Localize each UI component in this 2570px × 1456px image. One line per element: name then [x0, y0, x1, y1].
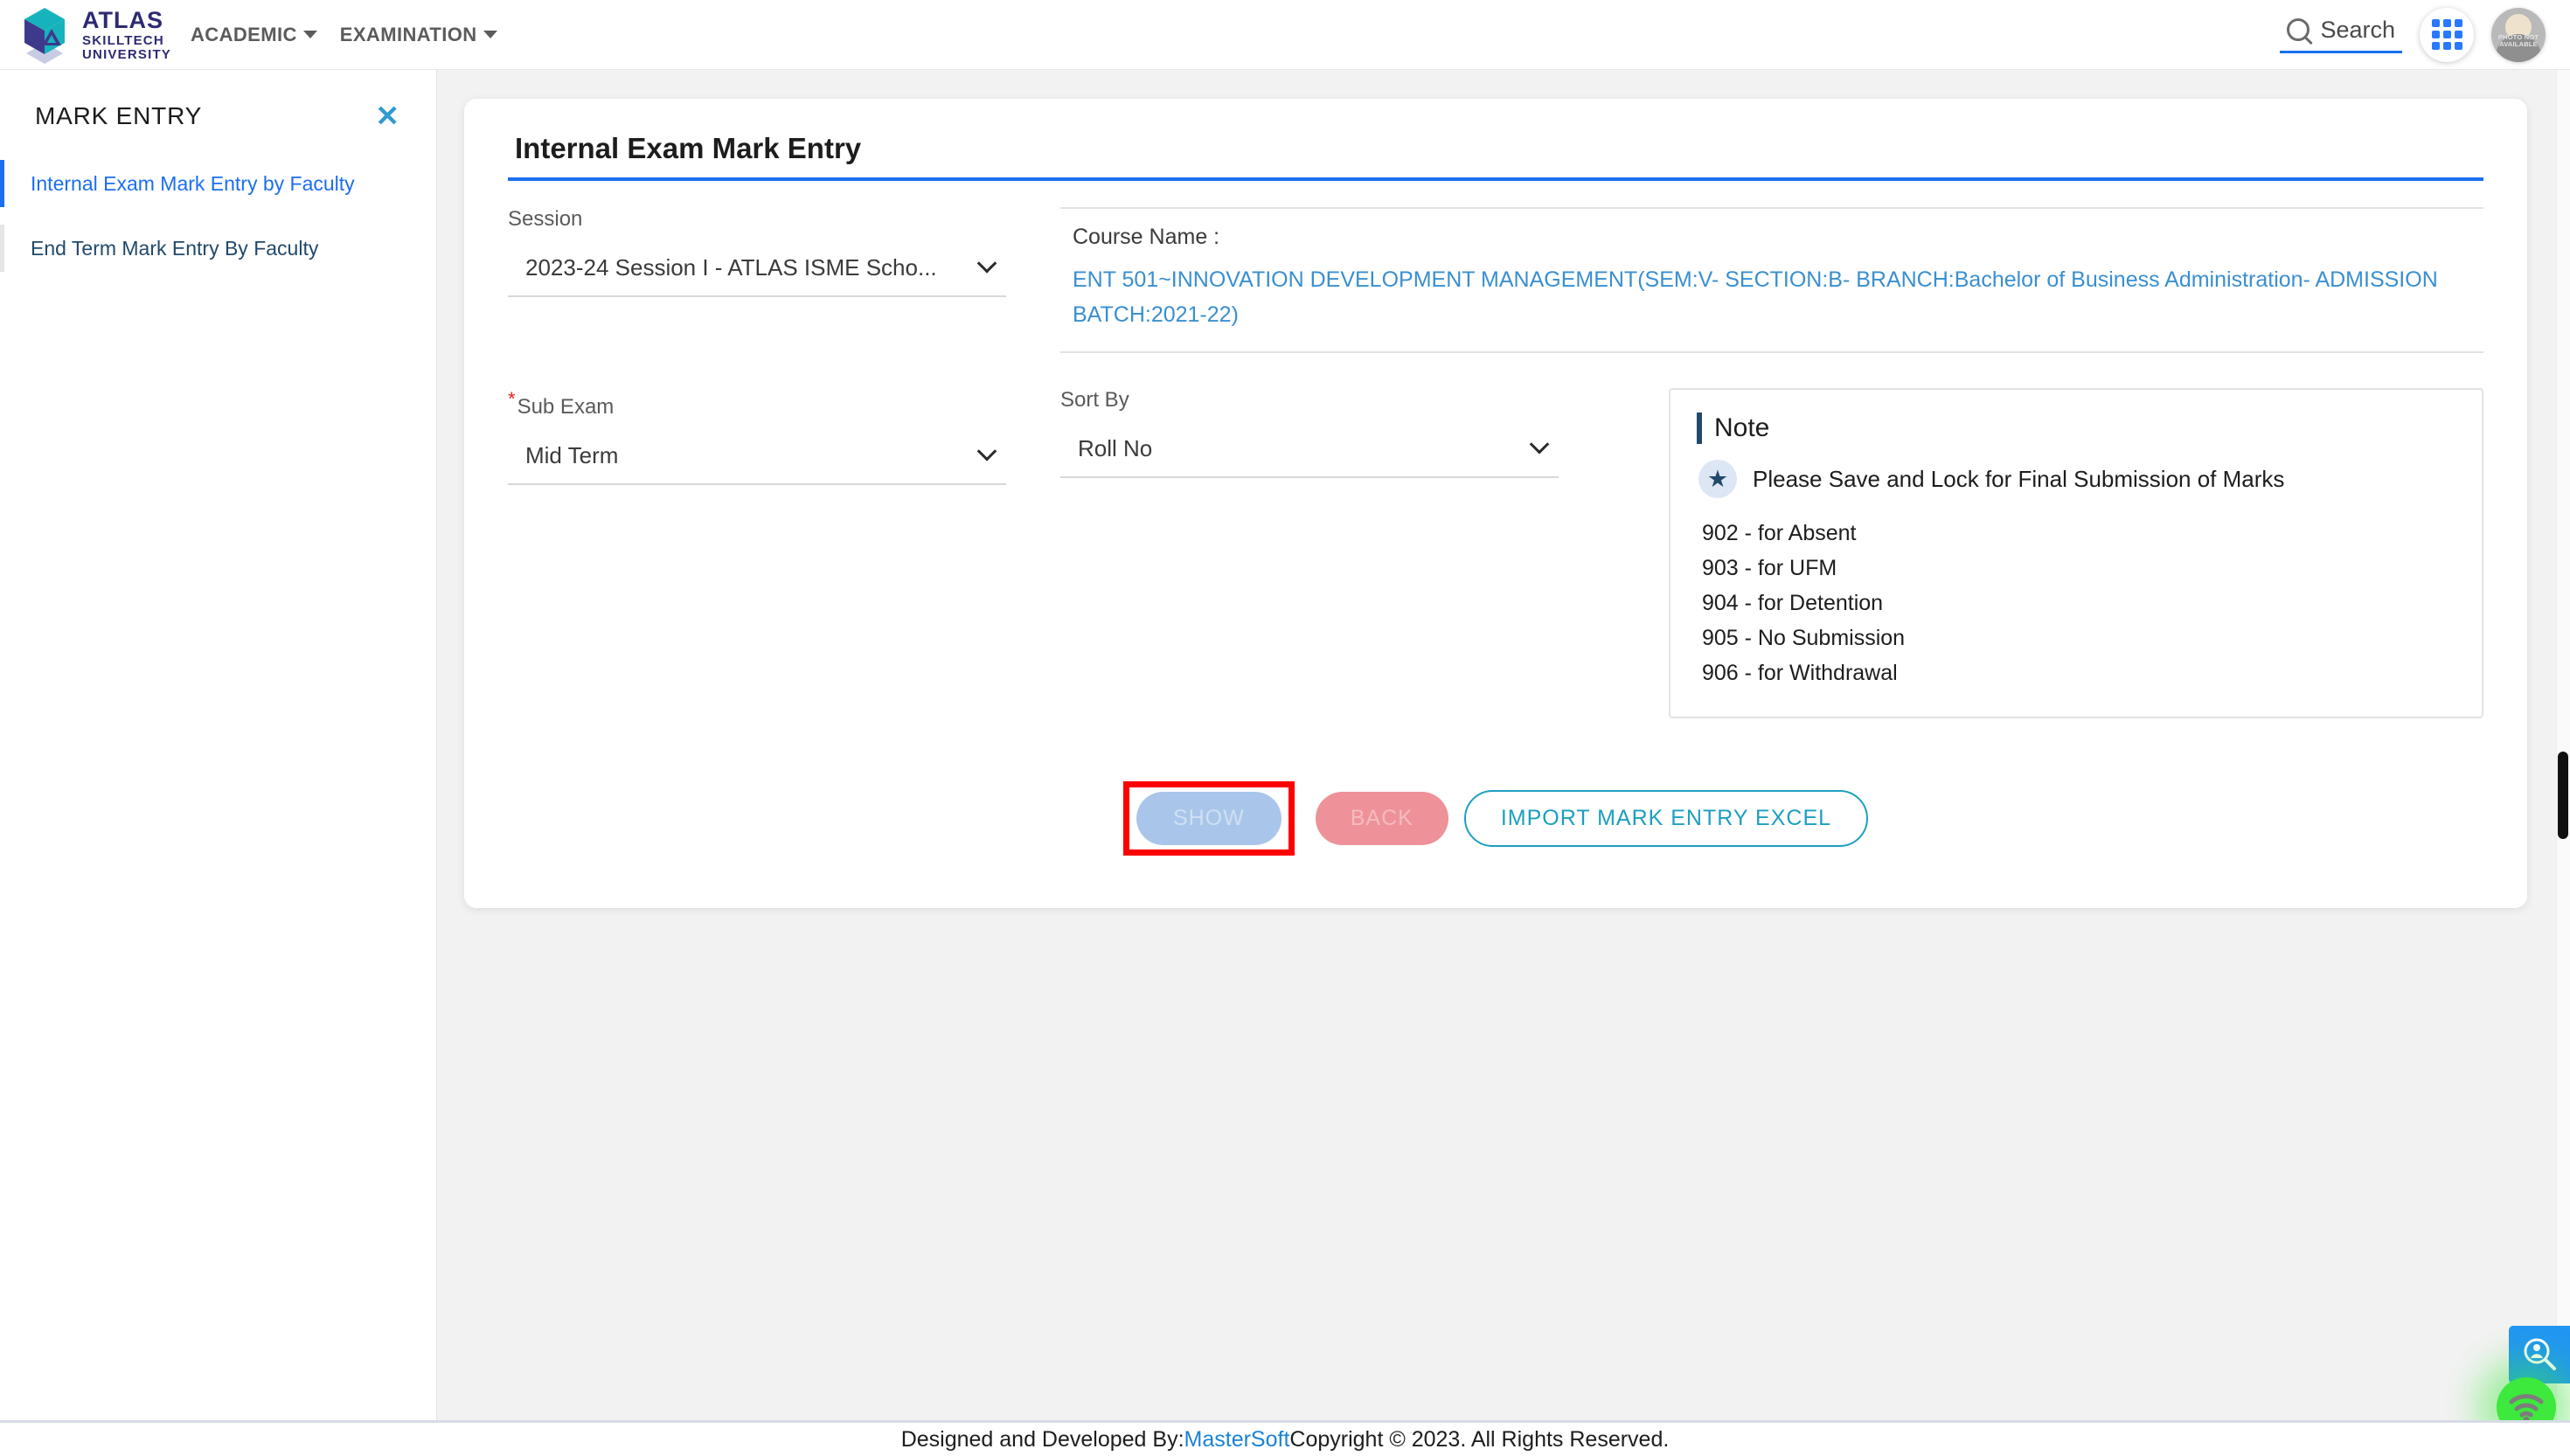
sidebar-title: MARK ENTRY	[35, 101, 203, 129]
note-highlight-text: Please Save and Lock for Final Submissio…	[1753, 465, 2285, 492]
person-search-icon	[2524, 1338, 2556, 1370]
footer: Designed and Developed By: MasterSoft Co…	[0, 1420, 2570, 1456]
note-code-line: 902 - for Absent	[1702, 521, 1857, 545]
action-buttons: SHOW BACK IMPORT MARK ENTRY EXCEL	[508, 781, 2483, 856]
sidebar-item-end-term-mark-entry[interactable]: End Term Mark Entry By Faculty	[0, 225, 436, 272]
visitor-search-widget-button[interactable]	[2509, 1326, 2570, 1383]
sidebar-header: MARK ENTRY ✕	[0, 70, 436, 130]
page-scrollbar-track[interactable]	[2556, 70, 2570, 1420]
form-row-session: Session 2023-24 Session I - ATLAS ISME S…	[508, 207, 2483, 353]
star-glyph: ★	[1706, 465, 1729, 492]
grid-icon	[2431, 19, 2462, 50]
session-selected-value: 2023-24 Session I - ATLAS ISME Scho...	[525, 254, 937, 281]
session-field-group: Session 2023-24 Session I - ATLAS ISME S…	[508, 207, 1006, 353]
nav-item-examination[interactable]: EXAMINATION	[340, 24, 497, 46]
note-code-line: 906 - for Withdrawal	[1702, 661, 1898, 685]
star-icon: ★	[1698, 460, 1737, 498]
main-menu: ACADEMIC EXAMINATION	[191, 24, 497, 46]
nav-item-examination-label: EXAMINATION	[339, 23, 477, 45]
sidebar-item-label: End Term Mark Entry By Faculty	[31, 237, 319, 260]
logo-line2: SKILLTECH	[82, 32, 164, 48]
back-button[interactable]: BACK	[1315, 792, 1448, 845]
show-button-highlight-box: SHOW	[1122, 781, 1295, 856]
search-icon	[2287, 18, 2310, 41]
brand-logo[interactable]: ATLAS SKILLTECH UNIVERSITY	[0, 4, 171, 66]
note-header: Note	[1697, 413, 2452, 444]
mastersoft-link[interactable]: MasterSoft	[1184, 1427, 1290, 1453]
sub-exam-select[interactable]: Mid Term	[508, 440, 1006, 485]
note-panel: Note ★ Please Save and Lock for Final Su…	[1669, 388, 2483, 718]
sub-exam-label-text: Sub Exam	[517, 395, 615, 419]
app-root: ATLAS SKILLTECH UNIVERSITY ACADEMIC EXAM…	[0, 0, 2570, 1456]
note-panel-wrapper: Note ★ Please Save and Lock for Final Su…	[1669, 388, 2483, 718]
sort-by-field-group: Sort By Roll No	[1060, 388, 1559, 718]
sub-exam-label: *Sub Exam	[508, 388, 1006, 419]
avatar[interactable]: PHOTO NOT AVAILABLE	[2491, 7, 2546, 62]
note-code-line: 904 - for Detention	[1702, 591, 1884, 615]
sidebar: MARK ENTRY ✕ Internal Exam Mark Entry by…	[0, 70, 437, 1420]
header-actions: Search PHOTO NOT AVAILABLE	[2280, 7, 2570, 62]
chevron-down-icon	[483, 31, 497, 38]
apps-grid-button[interactable]	[2420, 7, 2474, 62]
top-navigation-bar: ATLAS SKILLTECH UNIVERSITY ACADEMIC EXAM…	[0, 0, 2570, 70]
wifi-icon	[2509, 1394, 2544, 1422]
sub-exam-selected-value: Mid Term	[525, 442, 619, 468]
note-code-line: 905 - No Submission	[1702, 626, 1906, 650]
chevron-down-icon	[976, 440, 997, 461]
sidebar-item-label: Internal Exam Mark Entry by Faculty	[31, 172, 355, 195]
session-label: Session	[508, 207, 583, 231]
logo-line3: UNIVERSITY	[82, 46, 172, 62]
sub-exam-field-group: *Sub Exam Mid Term	[508, 388, 1006, 718]
chevron-down-icon	[1529, 433, 1550, 454]
page-scrollbar-thumb[interactable]	[2558, 752, 2568, 839]
sort-by-label: Sort By	[1060, 388, 1129, 412]
course-name-value[interactable]: ENT 501~INNOVATION DEVELOPMENT MANAGEMEN…	[1073, 262, 2483, 332]
cube-logo-icon	[16, 4, 73, 66]
note-highlight-row: ★ Please Save and Lock for Final Submiss…	[1697, 460, 2452, 498]
import-mark-entry-excel-button[interactable]: IMPORT MARK ENTRY EXCEL	[1463, 790, 1869, 847]
required-marker: *	[508, 388, 516, 410]
show-button[interactable]: SHOW	[1136, 792, 1282, 845]
footer-prefix: Designed and Developed By:	[900, 1426, 1184, 1452]
course-name-label: Course Name :	[1073, 225, 1220, 249]
search-input[interactable]: Search	[2280, 17, 2402, 53]
title-underline	[508, 177, 2483, 181]
session-select[interactable]: 2023-24 Session I - ATLAS ISME Scho...	[508, 253, 1006, 297]
nav-item-academic-label: ACADEMIC	[191, 23, 297, 45]
nav-item-academic[interactable]: ACADEMIC	[191, 24, 317, 46]
course-name-block: Course Name : ENT 501~INNOVATION DEVELOP…	[1060, 207, 2483, 353]
note-title: Note	[1714, 413, 1770, 442]
mark-entry-card: Internal Exam Mark Entry Session 2023-24…	[464, 99, 2527, 908]
course-name-group: Course Name : ENT 501~INNOVATION DEVELOP…	[1060, 207, 2483, 353]
note-code-line: 903 - for UFM	[1702, 556, 1837, 580]
chevron-down-icon	[302, 31, 317, 38]
avatar-placeholder-text: PHOTO NOT AVAILABLE	[2497, 32, 2539, 48]
note-accent-bar	[1697, 413, 1702, 444]
close-icon[interactable]: ✕	[375, 101, 399, 130]
footer-suffix: Copyright © 2023. All Rights Reserved.	[1289, 1426, 1670, 1452]
sidebar-item-internal-exam-mark-entry[interactable]: Internal Exam Mark Entry by Faculty	[0, 160, 436, 207]
sort-by-select[interactable]: Roll No	[1060, 433, 1559, 478]
search-placeholder: Search	[2320, 16, 2395, 43]
sort-by-selected-value: Roll No	[1078, 435, 1153, 461]
content-area: Internal Exam Mark Entry Session 2023-24…	[437, 70, 2570, 1420]
sidebar-menu: Internal Exam Mark Entry by Faculty End …	[0, 160, 436, 272]
logo-brand-text: ATLAS	[82, 6, 163, 33]
form-row-exam-options: *Sub Exam Mid Term Sort By Roll No Note …	[508, 388, 2483, 718]
page-title: Internal Exam Mark Entry	[515, 132, 862, 164]
chevron-down-icon	[976, 253, 997, 274]
